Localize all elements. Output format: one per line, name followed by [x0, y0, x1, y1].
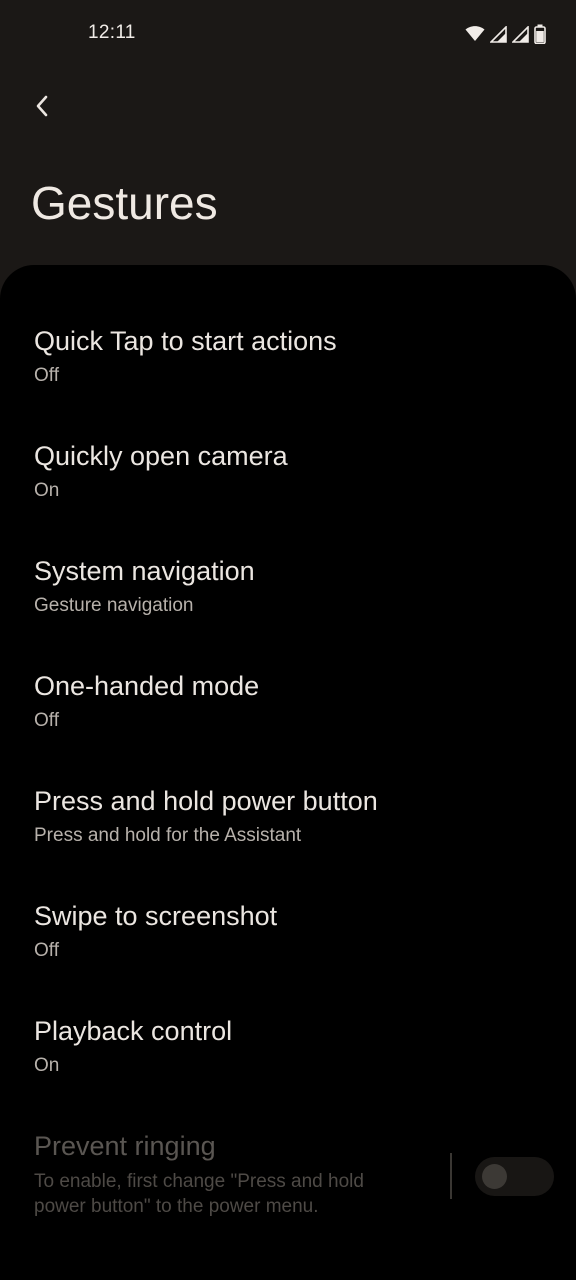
signal-icon	[512, 25, 529, 43]
setting-title: Quickly open camera	[34, 441, 288, 471]
setting-title: Prevent ringing	[34, 1131, 216, 1161]
setting-summary: To enable, first change "Press and hold …	[34, 1171, 364, 1217]
setting-title: One-handed mode	[34, 671, 260, 701]
battery-icon	[534, 24, 546, 44]
setting-title: Playback control	[34, 1016, 233, 1046]
toggle-divider	[450, 1153, 452, 1199]
setting-title: Quick Tap to start actions	[34, 326, 337, 356]
setting-title: Press and hold power button	[34, 786, 378, 816]
setting-swipe-to-screenshot[interactable]: Swipe to screenshot Off	[0, 840, 576, 961]
status-bar: 12:11	[0, 0, 576, 70]
settings-list: Quick Tap to start actions Off Quickly o…	[0, 265, 576, 1280]
setting-press-and-hold-power[interactable]: Press and hold power button Press and ho…	[0, 725, 576, 846]
chevron-left-icon	[36, 95, 48, 117]
page-title: Gestures	[31, 177, 218, 229]
setting-quick-tap[interactable]: Quick Tap to start actions Off	[0, 265, 576, 386]
setting-system-navigation[interactable]: System navigation Gesture navigation	[0, 495, 576, 616]
setting-playback-control[interactable]: Playback control On	[0, 955, 576, 1076]
wifi-icon	[465, 26, 485, 41]
back-button[interactable]	[22, 86, 62, 126]
setting-prevent-ringing: Prevent ringing To enable, first change …	[0, 1070, 576, 1240]
toggle-thumb	[482, 1164, 507, 1189]
prevent-ringing-toggle[interactable]	[475, 1157, 554, 1196]
status-clock: 12:11	[88, 22, 136, 43]
setting-one-handed-mode[interactable]: One-handed mode Off	[0, 610, 576, 731]
status-icons	[465, 24, 546, 44]
signal-icon	[490, 25, 507, 43]
setting-quickly-open-camera[interactable]: Quickly open camera On	[0, 380, 576, 501]
setting-title: Swipe to screenshot	[34, 901, 278, 931]
setting-title: System navigation	[34, 556, 255, 586]
gestures-settings-screen: 12:11 Gestures Quick Tap to start action…	[0, 0, 576, 1280]
